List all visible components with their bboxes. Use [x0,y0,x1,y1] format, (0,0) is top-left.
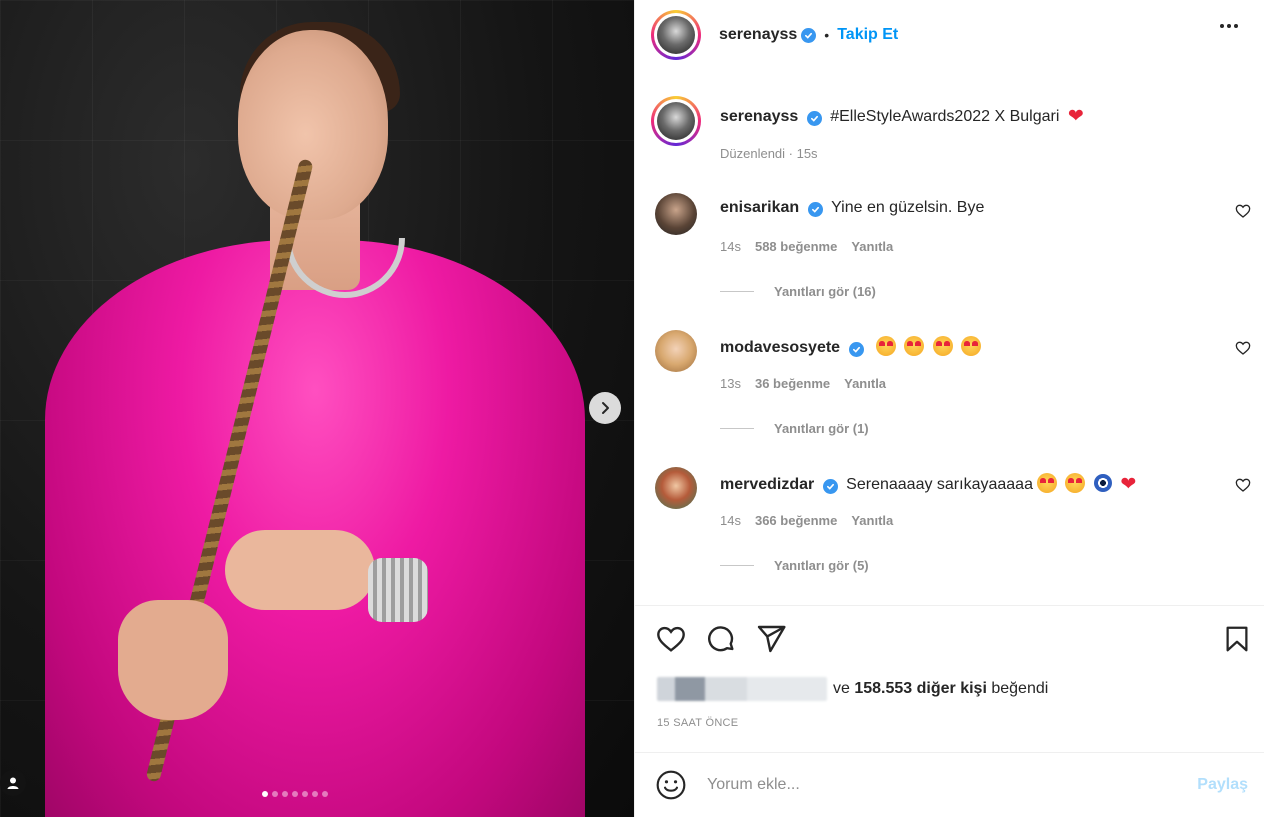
heart-eyes-emoji-icon [904,336,925,356]
heart-emoji-icon: ❤ [1067,106,1084,127]
likes-count[interactable]: 158.553 diğer kişi [854,680,987,698]
save-button[interactable] [1222,623,1252,660]
author-username[interactable]: serenayss [719,26,797,44]
post-header: serenayss • Takip Et [635,0,1264,70]
likes-prefix: ve [833,680,850,697]
view-replies-button[interactable]: Yanıtları gör (16) [720,284,876,299]
post-timestamp: 15 SAAT ÖNCE [657,717,739,729]
likes-summary[interactable]: ve 158.553 diğer kişi beğendi [657,677,1048,701]
reply-button[interactable]: Yanıtla [851,239,893,254]
commenter-username[interactable]: modavesosyete [720,339,840,356]
author-avatar[interactable] [651,10,701,60]
caption-meta: Düzenlendi · 15s [720,146,818,161]
verified-badge-icon [822,479,838,494]
commenter-avatar[interactable] [655,193,697,235]
post-action-bar [655,623,1250,655]
view-replies-label: Yanıtları gör (1) [774,421,869,436]
view-replies-label: Yanıtları gör (5) [774,558,869,573]
post-comment-button[interactable]: Paylaş [1197,776,1248,794]
post-sidebar: serenayss • Takip Et serenayss #ElleStyl… [634,0,1264,817]
heart-outline-icon [1235,341,1251,355]
comment-likes[interactable]: 366 beğenme [755,513,837,528]
photo-left-hand [118,600,228,720]
share-button[interactable] [755,623,787,660]
speech-bubble-icon [708,626,734,652]
view-replies-button[interactable]: Yanıtları gör (1) [720,421,869,436]
reply-button[interactable]: Yanıtla [851,513,893,528]
caption-username[interactable]: serenayss [720,108,798,125]
carousel-dot [312,791,318,797]
heart-eyes-emoji-icon [1036,473,1057,493]
comment-likes[interactable]: 588 beğenme [755,239,837,254]
view-replies-label: Yanıtları gör (16) [774,284,876,299]
add-comment-bar: Paylaş [635,752,1264,817]
comment-item: enisarikan Yine en güzelsin. Bye 14s 588… [655,193,1265,313]
user-icon [7,777,19,789]
view-replies-button[interactable]: Yanıtları gör (5) [720,558,869,573]
verified-badge-icon [806,111,822,126]
comment-item: modavesosyete 13s 36 beğenme Yanıtla Yan… [655,330,1265,450]
reply-button[interactable]: Yanıtla [844,376,886,391]
bookmark-icon [1226,626,1248,652]
post-image[interactable] [0,0,634,817]
comment-button[interactable] [705,623,737,660]
follow-button[interactable]: Takip Et [837,26,898,44]
like-button[interactable] [655,623,687,660]
commenter-avatar[interactable] [655,467,697,509]
comment-like-button[interactable] [1235,203,1251,224]
heart-eyes-emoji-icon [875,336,896,356]
red-heart-emoji-icon: ❤ [1120,474,1137,495]
caption-text: #ElleStyleAwards2022 X Bulgari [830,108,1060,125]
carousel-next-button[interactable] [589,392,621,424]
verified-badge-icon [807,202,823,217]
chevron-right-icon [602,402,609,414]
verified-badge-icon [848,342,864,357]
comment-like-button[interactable] [1235,477,1251,498]
heart-eyes-emoji-icon [961,336,982,356]
heart-eyes-emoji-icon [932,336,953,356]
tagged-users-button[interactable] [0,770,26,796]
photo-bracelet [368,558,428,622]
carousel-dot [302,791,308,797]
comment-time: 14s [720,513,741,528]
heart-outline-icon [1235,204,1251,218]
comment-input[interactable] [707,776,1198,794]
heart-outline-icon [1235,478,1251,492]
smiley-icon [656,770,686,800]
comment-text: Yine en güzelsin. Bye [831,199,985,216]
nazar-amulet-emoji-icon [1093,474,1112,492]
carousel-dot [292,791,298,797]
divider [635,605,1264,606]
carousel-dot [272,791,278,797]
comment-likes[interactable]: 36 beğenme [755,376,830,391]
heart-eyes-emoji-icon [1065,473,1086,493]
commenter-username[interactable]: enisarikan [720,199,799,216]
carousel-dot [322,791,328,797]
blurred-liker-names [657,677,827,701]
carousel-dot [282,791,288,797]
comment-time: 14s [720,239,741,254]
verified-badge-icon [801,27,817,43]
heart-outline-icon [657,626,685,652]
carousel-indicator [262,791,328,797]
emoji-picker-button[interactable] [655,768,689,802]
post-caption: serenayss #ElleStyleAwards2022 X Bulgari… [651,96,1251,166]
comment-text: Serenaaaay sarıkayaaaaa [846,476,1033,493]
commenter-username[interactable]: mervedizdar [720,476,814,493]
commenter-avatar[interactable] [655,330,697,372]
paper-plane-icon [757,625,786,653]
carousel-dot-active [262,791,268,797]
comment-item: mervedizdar Serenaaaay sarıkayaaaaa ❤ 14… [655,467,1265,587]
photo-right-hand [225,530,375,610]
more-options-button[interactable] [1220,24,1238,28]
photo-face [238,30,388,220]
photo-pink-outfit [45,240,585,817]
caption-avatar[interactable] [651,96,701,146]
separator-dot: • [824,27,830,43]
likes-suffix: beğendi [991,680,1049,697]
comment-time: 13s [720,376,741,391]
comment-like-button[interactable] [1235,340,1251,361]
